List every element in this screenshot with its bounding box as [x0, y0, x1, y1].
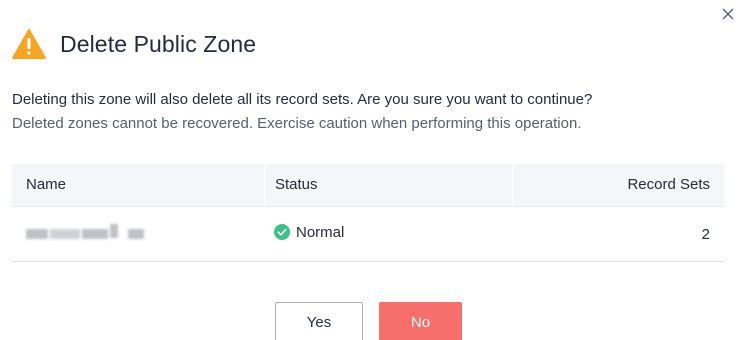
- redacted-zone-name: [26, 223, 144, 241]
- warning-message: Deleting this zone will also delete all …: [12, 91, 593, 108]
- caution-message: Deleted zones cannot be recovered. Exerc…: [12, 115, 582, 132]
- dialog-title: Delete Public Zone: [60, 30, 257, 57]
- yes-button[interactable]: Yes: [275, 302, 363, 340]
- status-text: Normal: [296, 223, 345, 241]
- column-header-record-sets: Record Sets: [512, 164, 724, 206]
- table-header: Name Status Record Sets: [12, 164, 724, 206]
- no-button[interactable]: No: [379, 302, 462, 340]
- delete-zone-dialog: Delete Public Zone Deleting this zone wi…: [0, 0, 737, 340]
- table-row: Normal 2: [12, 206, 724, 262]
- column-header-status: Status: [264, 164, 512, 206]
- close-icon[interactable]: [720, 6, 736, 22]
- column-header-name: Name: [26, 176, 67, 193]
- zone-name-cell: [12, 223, 264, 243]
- check-circle-icon: [274, 224, 290, 241]
- warning-icon: [12, 28, 46, 60]
- zone-table: Name Status Record Sets Normal 2: [12, 164, 724, 262]
- dialog-actions: Yes No: [0, 302, 737, 340]
- status-cell: Normal: [264, 224, 512, 245]
- dialog-header: Delete Public Zone: [12, 28, 256, 60]
- record-sets-cell: 2: [701, 225, 710, 243]
